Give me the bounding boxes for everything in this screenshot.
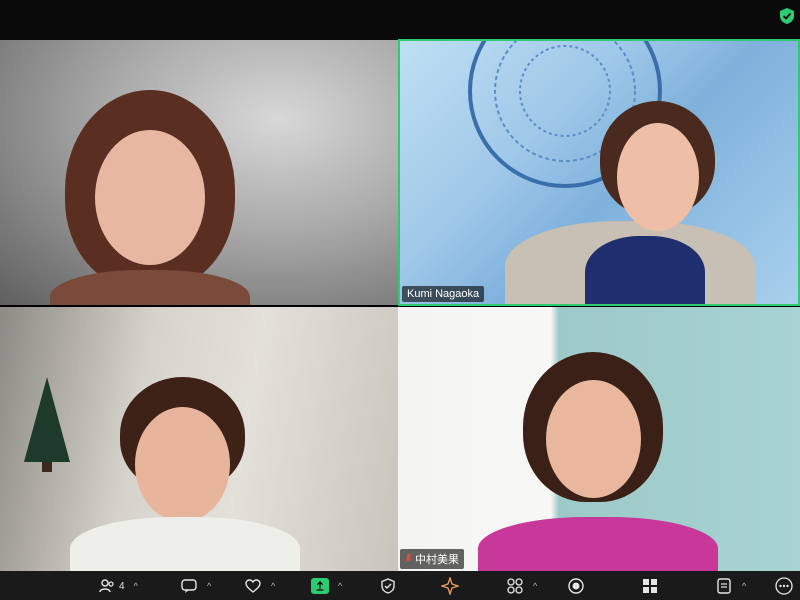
microphone-muted-icon <box>405 554 412 564</box>
participants-button[interactable]: 4 ^ <box>98 576 138 596</box>
view-button[interactable] <box>641 576 659 596</box>
apps-icon <box>507 578 523 594</box>
video-tile-3[interactable] <box>0 307 398 571</box>
participant-video <box>40 90 270 305</box>
share-screen-icon <box>311 578 329 594</box>
video-tile-1[interactable] <box>0 40 398 305</box>
participants-icon <box>99 579 114 593</box>
heart-icon <box>245 579 261 593</box>
security-shield-icon <box>381 578 395 594</box>
chevron-up-icon[interactable]: ^ <box>742 581 746 591</box>
ai-companion-button[interactable] <box>441 576 459 596</box>
participants-count: 4 <box>119 580 125 592</box>
chat-icon <box>181 579 197 593</box>
more-button[interactable] <box>775 576 793 596</box>
participant-video <box>505 101 755 304</box>
share-screen-button[interactable]: ^ <box>311 576 342 596</box>
meeting-window: Kumi Nagaoka 中村美果 4 ^ ^ ^ ^ ^ ^ <box>0 0 800 600</box>
participant-video <box>478 352 728 571</box>
participant-video <box>70 377 310 571</box>
more-icon <box>775 577 793 595</box>
record-button[interactable] <box>567 576 585 596</box>
apps-button[interactable]: ^ <box>506 576 537 596</box>
video-tile-2[interactable]: Kumi Nagaoka <box>398 39 800 306</box>
reactions-button[interactable]: ^ <box>244 576 275 596</box>
video-tile-4[interactable]: 中村美果 <box>398 307 800 571</box>
chevron-up-icon[interactable]: ^ <box>271 581 275 591</box>
chevron-up-icon[interactable]: ^ <box>207 581 211 591</box>
meeting-toolbar: 4 ^ ^ ^ ^ ^ ^ <box>0 571 800 600</box>
christmas-tree-decoration <box>24 377 70 472</box>
shield-check-icon[interactable] <box>778 7 796 25</box>
notes-icon <box>717 578 731 594</box>
participant-name-tag: Kumi Nagaoka <box>402 286 485 302</box>
top-bar <box>0 0 800 40</box>
grid-view-icon <box>643 579 657 593</box>
participant-name-tag: 中村美果 <box>400 549 464 569</box>
sparkle-icon <box>441 577 459 595</box>
chat-button[interactable]: ^ <box>180 576 211 596</box>
chevron-up-icon[interactable]: ^ <box>338 581 342 591</box>
notes-button[interactable]: ^ <box>715 576 746 596</box>
record-icon <box>568 578 584 594</box>
chevron-up-icon[interactable]: ^ <box>134 581 138 591</box>
chevron-up-icon[interactable]: ^ <box>533 581 537 591</box>
security-button[interactable] <box>379 576 397 596</box>
